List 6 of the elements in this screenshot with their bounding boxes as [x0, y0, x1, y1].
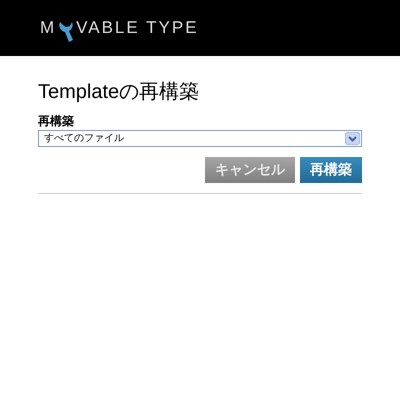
page-title: Templateの再構築 — [38, 80, 200, 105]
select-field[interactable]: すべてのファイル — [38, 130, 362, 147]
logo: M VABLE TYPE — [40, 10, 199, 46]
rebuild-button[interactable]: 再構築 — [300, 157, 362, 183]
cancel-button[interactable]: キャンセル — [205, 157, 295, 183]
field-label: 再構築 — [38, 114, 75, 128]
